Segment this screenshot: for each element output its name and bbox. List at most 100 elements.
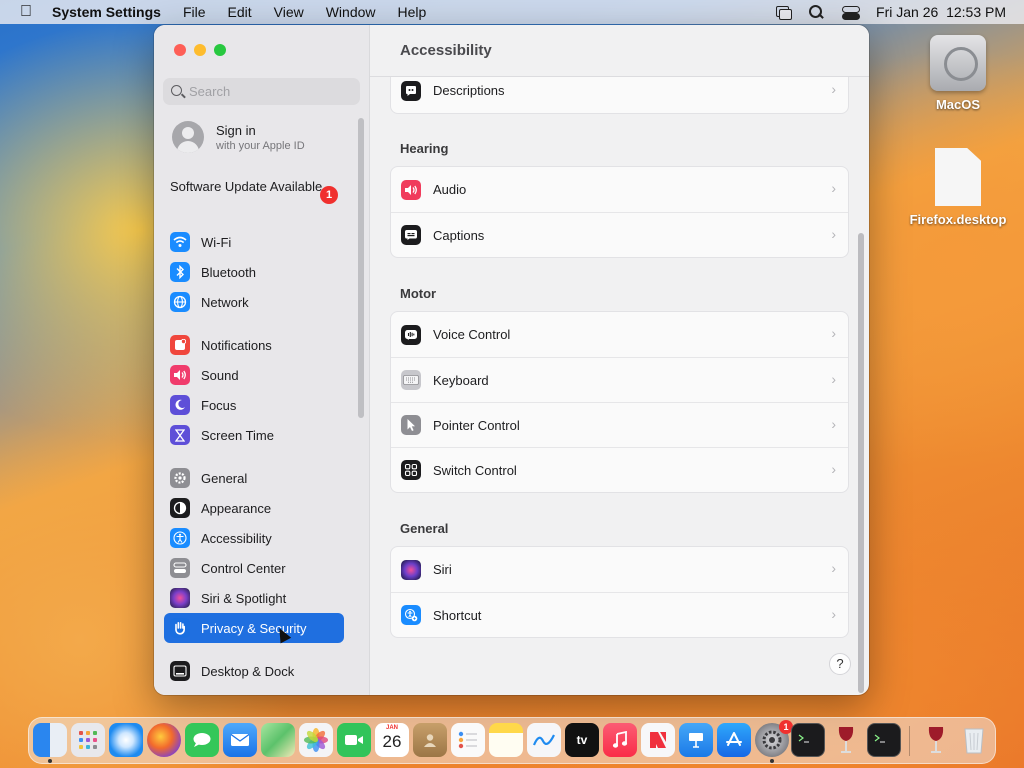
app-store-icon[interactable] <box>717 723 751 757</box>
search-icon <box>171 85 182 96</box>
row-shortcut[interactable]: Shortcut › <box>391 592 848 637</box>
contacts-icon[interactable] <box>413 723 447 757</box>
row-keyboard[interactable]: Keyboard › <box>391 357 848 402</box>
wine-icon[interactable] <box>919 723 953 757</box>
tv-icon[interactable]: tv <box>565 723 599 757</box>
control-center-icon[interactable] <box>842 5 861 20</box>
sidebar-item-network[interactable]: Network <box>164 287 344 317</box>
chevron-right-icon: › <box>831 226 836 242</box>
chevron-right-icon: › <box>831 606 836 622</box>
system-settings-window: Sign in with your Apple ID Software Upda… <box>154 25 869 695</box>
row-label: Keyboard <box>433 372 489 388</box>
settings-group-hearing: Audio › Captions › <box>390 166 849 258</box>
help-button[interactable]: ? <box>829 653 851 675</box>
notes-icon[interactable] <box>489 723 523 757</box>
finder-icon[interactable] <box>33 723 67 757</box>
music-icon[interactable] <box>603 723 637 757</box>
minimize-button[interactable] <box>194 44 206 56</box>
row-siri[interactable]: Siri › <box>391 547 848 592</box>
hand-icon <box>170 618 190 638</box>
desktop-icon-firefox-desktop[interactable]: Firefox.desktop <box>903 148 1013 227</box>
menu-view[interactable]: View <box>274 4 304 20</box>
menu-app-name[interactable]: System Settings <box>52 4 161 20</box>
photos-icon[interactable] <box>299 723 333 757</box>
keynote-icon[interactable] <box>679 723 713 757</box>
sidebar-item-control-center[interactable]: Control Center <box>164 553 344 583</box>
sidebar-item-label: Desktop & Dock <box>201 663 295 679</box>
sidebar-item-general[interactable]: General <box>164 463 344 493</box>
menu-file[interactable]: File <box>183 4 206 20</box>
row-voice-control[interactable]: Voice Control › <box>391 312 848 357</box>
sidebar-scrollbar[interactable] <box>358 118 364 418</box>
switch-control-icon <box>401 460 421 480</box>
firefox-icon[interactable] <box>147 723 181 757</box>
sidebar-item-notifications[interactable]: Notifications <box>164 330 344 360</box>
row-label: Siri <box>433 562 452 577</box>
sidebar-item-desktop-dock[interactable]: Desktop & Dock <box>164 656 344 686</box>
sidebar-item-privacy-security[interactable]: Privacy & Security <box>164 613 344 643</box>
section-heading-general: General <box>400 521 449 536</box>
safari-icon[interactable] <box>109 723 143 757</box>
dock: JAN 26 tv 1 <box>28 717 996 764</box>
pointer-icon <box>401 415 421 435</box>
screen-mirroring-icon[interactable] <box>774 5 793 20</box>
row-captions[interactable]: Captions › <box>391 212 848 257</box>
sidebar-item-siri-spotlight[interactable]: Siri & Spotlight <box>164 583 344 613</box>
desktop-icon-macos[interactable]: MacOS <box>903 35 1013 112</box>
row-switch-control[interactable]: Switch Control › <box>391 447 848 492</box>
sidebar-item-wifi[interactable]: Wi-Fi <box>164 227 344 257</box>
sidebar-item-accessibility[interactable]: Accessibility <box>164 523 344 553</box>
sidebar-item-screen-time[interactable]: Screen Time <box>164 420 344 450</box>
chevron-right-icon: › <box>831 81 836 97</box>
close-button[interactable] <box>174 44 186 56</box>
content-scrollbar[interactable] <box>858 233 864 693</box>
terminal-icon[interactable] <box>867 723 901 757</box>
search-input[interactable] <box>189 84 349 99</box>
apple-menu-icon[interactable]:  <box>16 3 36 21</box>
terminal-icon[interactable] <box>791 723 825 757</box>
apple-id-signin[interactable]: Sign in with your Apple ID <box>172 121 305 153</box>
voice-control-icon <box>401 324 421 345</box>
chevron-right-icon: › <box>831 325 836 341</box>
menu-edit[interactable]: Edit <box>228 4 252 20</box>
sidebar-search[interactable] <box>163 78 360 105</box>
system-settings-icon[interactable]: 1 <box>755 720 793 757</box>
freeform-icon[interactable] <box>527 723 561 757</box>
row-audio[interactable]: Audio › <box>391 167 848 212</box>
dock-separator <box>909 726 910 756</box>
trash-icon[interactable] <box>957 723 991 757</box>
zoom-button[interactable] <box>214 44 226 56</box>
reminders-icon[interactable] <box>451 723 485 757</box>
row-pointer-control[interactable]: Pointer Control › <box>391 402 848 447</box>
messages-icon[interactable] <box>185 723 219 757</box>
menu-help[interactable]: Help <box>398 4 427 20</box>
hard-disk-icon <box>930 35 986 91</box>
software-update-item[interactable]: Software Update Available <box>170 179 340 195</box>
row-label: Switch Control <box>433 462 517 478</box>
menubar-clock[interactable]: Fri Jan 26 12:53 PM <box>876 4 1006 20</box>
chevron-right-icon: › <box>831 180 836 196</box>
facetime-icon[interactable] <box>337 723 371 757</box>
captions-icon <box>401 225 421 245</box>
wine-icon[interactable] <box>829 723 863 757</box>
section-heading-motor: Motor <box>400 286 437 301</box>
sidebar: Sign in with your Apple ID Software Upda… <box>154 25 370 695</box>
spotlight-search-icon[interactable] <box>808 5 824 19</box>
content-title-bar: Accessibility <box>370 25 869 77</box>
mail-icon[interactable] <box>223 723 257 757</box>
sidebar-item-sound[interactable]: Sound <box>164 360 344 390</box>
sidebar-item-bluetooth[interactable]: Bluetooth <box>164 257 344 287</box>
sidebar-item-focus[interactable]: Focus <box>164 390 344 420</box>
sidebar-item-label: Wi-Fi <box>201 234 232 250</box>
news-icon[interactable] <box>641 723 675 757</box>
siri-icon <box>170 588 190 608</box>
maps-icon[interactable] <box>261 723 295 757</box>
sidebar-item-label: Sound <box>201 367 239 383</box>
bell-icon <box>170 335 190 355</box>
sidebar-item-appearance[interactable]: Appearance <box>164 493 344 523</box>
audio-icon <box>401 179 421 200</box>
page-title: Accessibility <box>400 42 492 59</box>
launchpad-icon[interactable] <box>71 723 105 757</box>
menu-window[interactable]: Window <box>326 4 376 20</box>
calendar-icon[interactable]: JAN 26 <box>375 723 409 757</box>
